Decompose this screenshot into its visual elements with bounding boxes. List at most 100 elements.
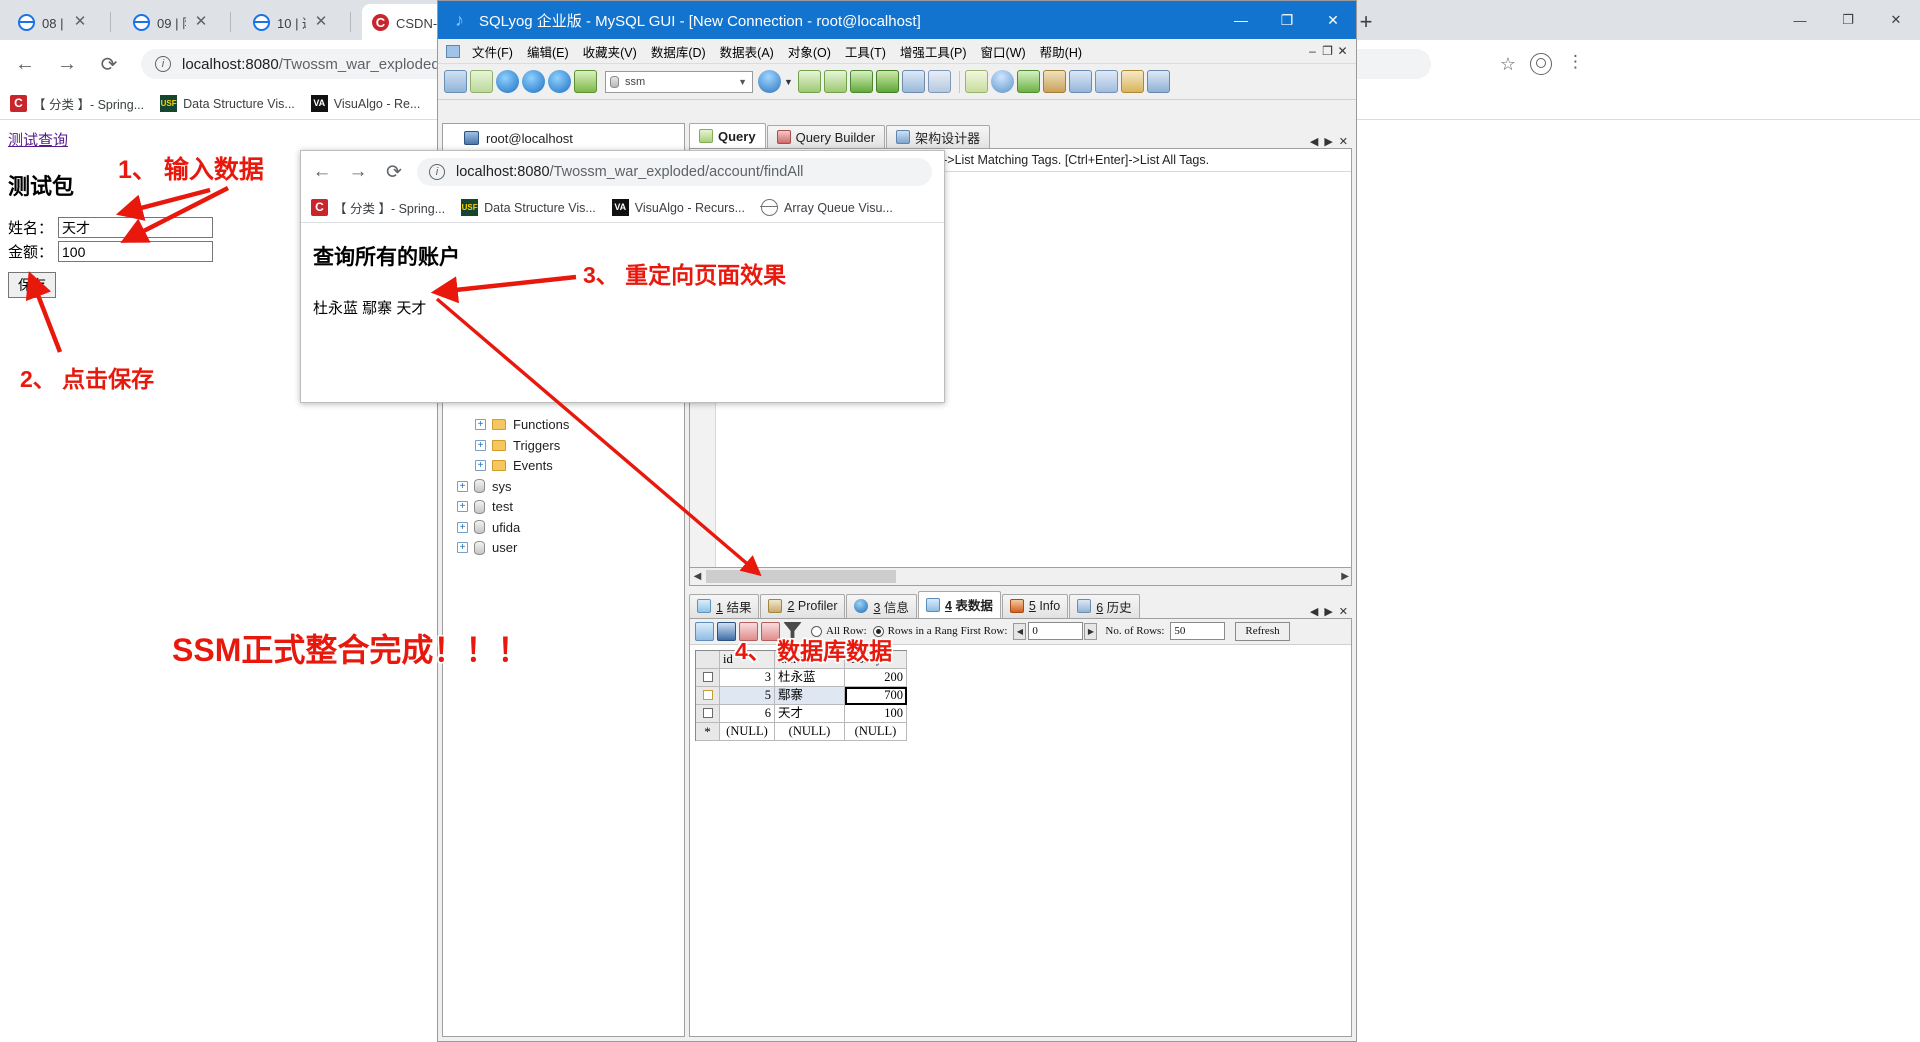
- cell-name[interactable]: (NULL): [775, 722, 845, 741]
- sqlyog-title-bar[interactable]: SQLyog 企业版 - MySQL GUI - [New Connection…: [438, 1, 1356, 39]
- alter-database-icon[interactable]: [823, 70, 847, 93]
- site-info-icon[interactable]: [429, 164, 445, 180]
- new-connection-icon[interactable]: [444, 70, 467, 93]
- expand-icon[interactable]: [457, 521, 468, 533]
- back-button[interactable]: ←: [307, 157, 337, 187]
- tab-close-icon[interactable]: ✕: [193, 14, 209, 30]
- scroll-right-icon[interactable]: ▶: [1324, 135, 1332, 148]
- scroll-left-icon[interactable]: ◀: [1310, 135, 1318, 148]
- table-diagnostics-icon[interactable]: [901, 70, 925, 93]
- table-row-new[interactable]: * (NULL) (NULL) (NULL): [696, 722, 907, 741]
- browser-tab-0[interactable]: 08 | 栈: ✕: [8, 4, 96, 40]
- tab-close-icon[interactable]: ✕: [72, 14, 88, 30]
- money-input[interactable]: [58, 241, 213, 262]
- database-selector[interactable]: ssm ▼: [605, 70, 753, 93]
- cell-money[interactable]: 700: [845, 686, 907, 705]
- menu-item-help[interactable]: 帮助(H): [1033, 42, 1089, 61]
- chevron-down-icon[interactable]: ▼: [784, 77, 793, 87]
- scroll-right-icon[interactable]: ▶: [1324, 605, 1332, 618]
- reload-button[interactable]: ⟳: [379, 157, 409, 187]
- first-row-spinner-left[interactable]: ◀: [1013, 622, 1027, 640]
- refresh-object-icon[interactable]: [470, 70, 493, 93]
- tab-result[interactable]: 1 结果: [689, 593, 760, 618]
- scroll-left-icon[interactable]: ◀: [690, 571, 705, 582]
- cell-id[interactable]: 6: [720, 704, 775, 723]
- table-row[interactable]: 6 天才 100: [696, 704, 907, 723]
- import-data-icon[interactable]: [875, 70, 899, 93]
- menu-item-edit[interactable]: 编辑(E): [520, 42, 576, 61]
- scrollbar-thumb[interactable]: [706, 569, 896, 583]
- cell-id[interactable]: 5: [720, 686, 775, 705]
- tree-node-sys[interactable]: sys: [443, 476, 684, 497]
- tree-node-test[interactable]: test: [443, 497, 684, 518]
- bookmark-2[interactable]: VisuAlgo - Re...: [310, 95, 420, 112]
- mdi-close-icon[interactable]: ✕: [1335, 44, 1350, 58]
- schema-designer-icon[interactable]: [927, 70, 951, 93]
- back-button[interactable]: ←: [10, 49, 40, 79]
- cell-name[interactable]: 杜永蓝: [775, 668, 845, 687]
- browser-tab-2[interactable]: 10 | 递归 ✕: [243, 4, 337, 40]
- mdi-minimize-icon[interactable]: –: [1305, 44, 1320, 58]
- menu-item-file[interactable]: 文件(F): [465, 42, 520, 61]
- menu-item-database[interactable]: 数据库(D): [644, 42, 713, 61]
- cell-id[interactable]: (NULL): [720, 722, 775, 741]
- checkbox-icon[interactable]: [702, 690, 713, 700]
- tree-node-user[interactable]: user: [443, 538, 684, 559]
- expand-icon[interactable]: [457, 480, 468, 492]
- stop-query-icon[interactable]: [574, 70, 597, 93]
- row-selector[interactable]: [696, 686, 720, 705]
- migration-icon[interactable]: [1094, 70, 1118, 93]
- minimize-icon[interactable]: —: [1776, 0, 1824, 40]
- menu-item-window[interactable]: 窗口(W): [974, 42, 1033, 61]
- menu-item-table[interactable]: 数据表(A): [713, 42, 781, 61]
- bookmark-star-icon[interactable]: ☆: [1500, 54, 1516, 75]
- editor-horizontal-scrollbar[interactable]: ◀ ▶: [689, 567, 1352, 586]
- expand-icon[interactable]: [457, 542, 468, 554]
- forward-button[interactable]: →: [343, 157, 373, 187]
- close-icon[interactable]: ✕: [1310, 1, 1356, 39]
- tab-history[interactable]: 6 历史: [1069, 593, 1140, 618]
- minimize-icon[interactable]: —: [1218, 1, 1264, 39]
- find-icon[interactable]: [990, 70, 1014, 93]
- site-info-icon[interactable]: [155, 56, 171, 72]
- menu-item-tools[interactable]: 工具(T): [838, 42, 893, 61]
- address-bar[interactable]: localhost:8080/Twossm_war_exploded/accou…: [417, 158, 932, 186]
- tab-close-icon[interactable]: ✕: [313, 14, 329, 30]
- tree-node-ufida[interactable]: ufida: [443, 517, 684, 538]
- first-row-input[interactable]: 0: [1028, 622, 1084, 640]
- chevron-down-icon[interactable]: ▼: [738, 77, 747, 87]
- backup-database-icon[interactable]: [849, 70, 873, 93]
- test-query-link[interactable]: 测试查询: [8, 129, 68, 150]
- name-input[interactable]: [58, 217, 213, 238]
- tab-info[interactable]: 5 Info: [1001, 593, 1069, 618]
- tab-query-builder[interactable]: Query Builder: [766, 125, 886, 148]
- scheduled-backup-icon[interactable]: [1042, 70, 1066, 93]
- copy-database-icon[interactable]: [1068, 70, 1092, 93]
- chrome-menu-icon[interactable]: ⋮: [1567, 52, 1584, 72]
- bookmark-1[interactable]: Data Structure Vis...: [461, 199, 596, 216]
- scroll-left-icon[interactable]: ◀: [1310, 605, 1318, 618]
- sql-formatter-icon[interactable]: [964, 70, 988, 93]
- user-manager-icon[interactable]: [758, 70, 781, 93]
- cell-money[interactable]: 100: [845, 704, 907, 723]
- row-selector[interactable]: [696, 668, 720, 687]
- tab-profiler[interactable]: 2 Profiler: [760, 593, 846, 618]
- tab-query[interactable]: Query: [689, 123, 766, 148]
- tree-node-triggers[interactable]: Triggers: [443, 435, 684, 456]
- save-changes-icon[interactable]: [717, 621, 736, 641]
- cell-name[interactable]: 天才: [775, 704, 845, 723]
- menu-item-powertools[interactable]: 增强工具(P): [893, 42, 974, 61]
- maximize-icon[interactable]: ❐: [1264, 1, 1310, 39]
- cell-money[interactable]: (NULL): [845, 722, 907, 741]
- notifications-icon[interactable]: [1120, 70, 1144, 93]
- checkbox-icon[interactable]: [702, 708, 713, 718]
- mdi-restore-icon[interactable]: ❐: [1320, 44, 1335, 58]
- checkbox-icon[interactable]: [702, 672, 713, 682]
- expand-icon[interactable]: [457, 501, 468, 513]
- close-icon[interactable]: ✕: [1872, 0, 1920, 40]
- insert-row-icon[interactable]: [695, 621, 714, 641]
- bookmark-0[interactable]: 【 分类 】- Spring...: [311, 198, 445, 217]
- browser-tab-1[interactable]: 09 | 队列 ✕: [123, 4, 217, 40]
- tree-node-functions[interactable]: Functions: [443, 415, 684, 436]
- row-selector[interactable]: [696, 704, 720, 723]
